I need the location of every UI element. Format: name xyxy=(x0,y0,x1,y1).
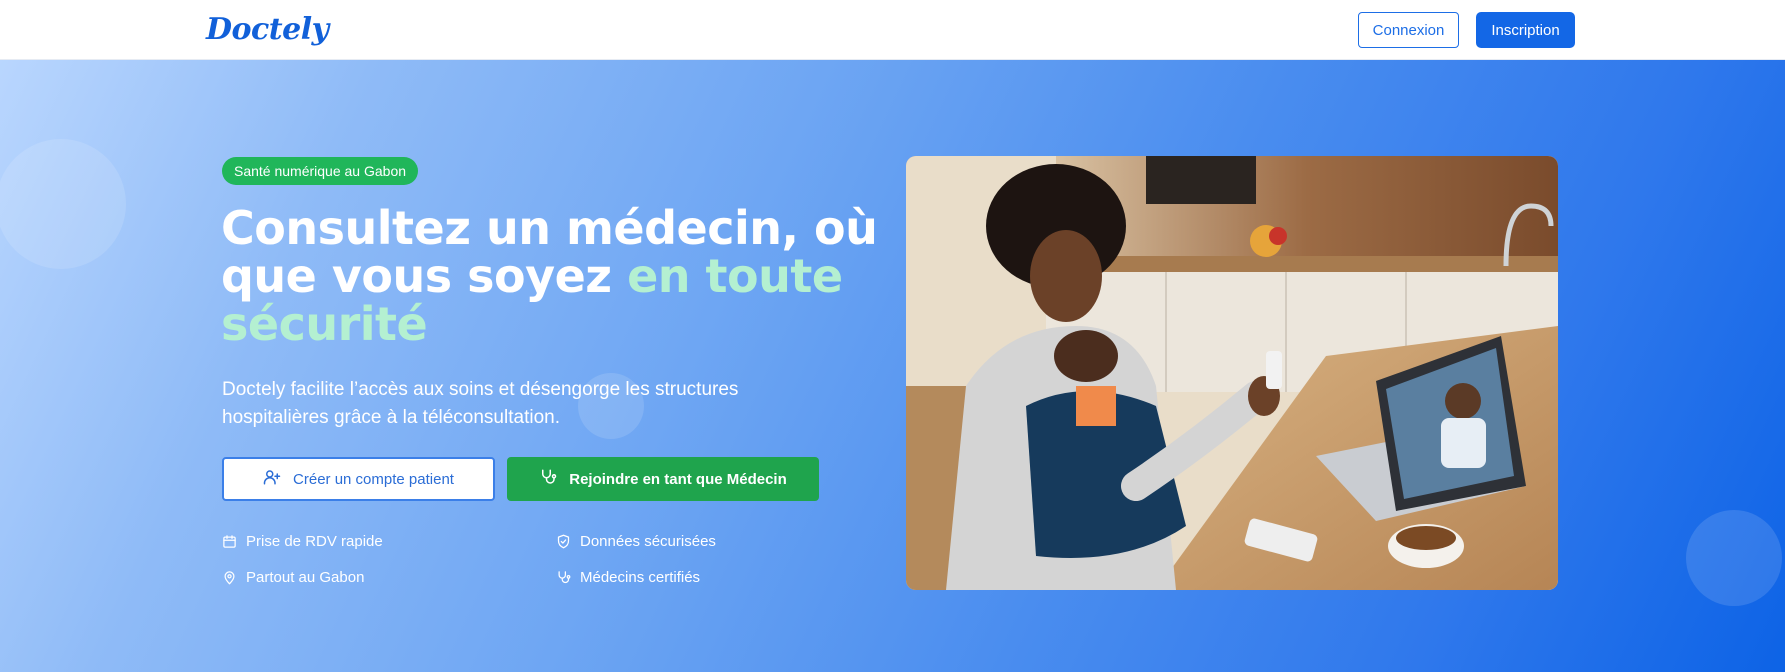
hero-teleconsultation-photo xyxy=(906,156,1558,590)
top-navbar: Doctely Connexion Inscription xyxy=(0,0,1785,60)
login-button[interactable]: Connexion xyxy=(1358,12,1459,48)
decorative-circle xyxy=(0,139,126,269)
hero-section: Santé numérique au Gabon Consultez un mé… xyxy=(0,60,1785,672)
feature-label: Prise de RDV rapide xyxy=(246,533,383,550)
stethoscope-icon xyxy=(556,570,571,585)
feature-item-appointment: Prise de RDV rapide xyxy=(222,533,383,550)
feature-label: Partout au Gabon xyxy=(246,569,365,586)
signup-button[interactable]: Inscription xyxy=(1476,12,1575,48)
decorative-circle xyxy=(1686,510,1782,606)
brand-logo[interactable]: Doctely xyxy=(206,12,329,47)
user-plus-icon xyxy=(263,468,281,490)
map-pin-icon xyxy=(222,570,237,585)
join-as-doctor-label: Rejoindre en tant que Médecin xyxy=(569,470,787,488)
feature-label: Médecins certifiés xyxy=(580,569,701,586)
feature-item-coverage: Partout au Gabon xyxy=(222,569,364,586)
feature-item-security: Données sécurisées xyxy=(556,533,716,550)
feature-label: Données sécurisées xyxy=(580,533,716,550)
hero-description: Doctely facilite l’accès aux soins et dé… xyxy=(222,379,739,428)
feature-item-certified-doctors: Médecins certifiés xyxy=(556,569,700,586)
shield-check-icon xyxy=(556,534,571,549)
stethoscope-icon xyxy=(539,468,557,490)
calendar-icon xyxy=(222,534,237,549)
create-patient-account-label: Créer un compte patient xyxy=(293,470,454,488)
hero-title: Consultez un médecin, où que vous soyez … xyxy=(221,204,881,348)
hero-badge: Santé numérique au Gabon xyxy=(222,157,419,185)
join-as-doctor-button[interactable]: Rejoindre en tant que Médecin xyxy=(507,457,819,501)
create-patient-account-button[interactable]: Créer un compte patient xyxy=(222,457,495,501)
